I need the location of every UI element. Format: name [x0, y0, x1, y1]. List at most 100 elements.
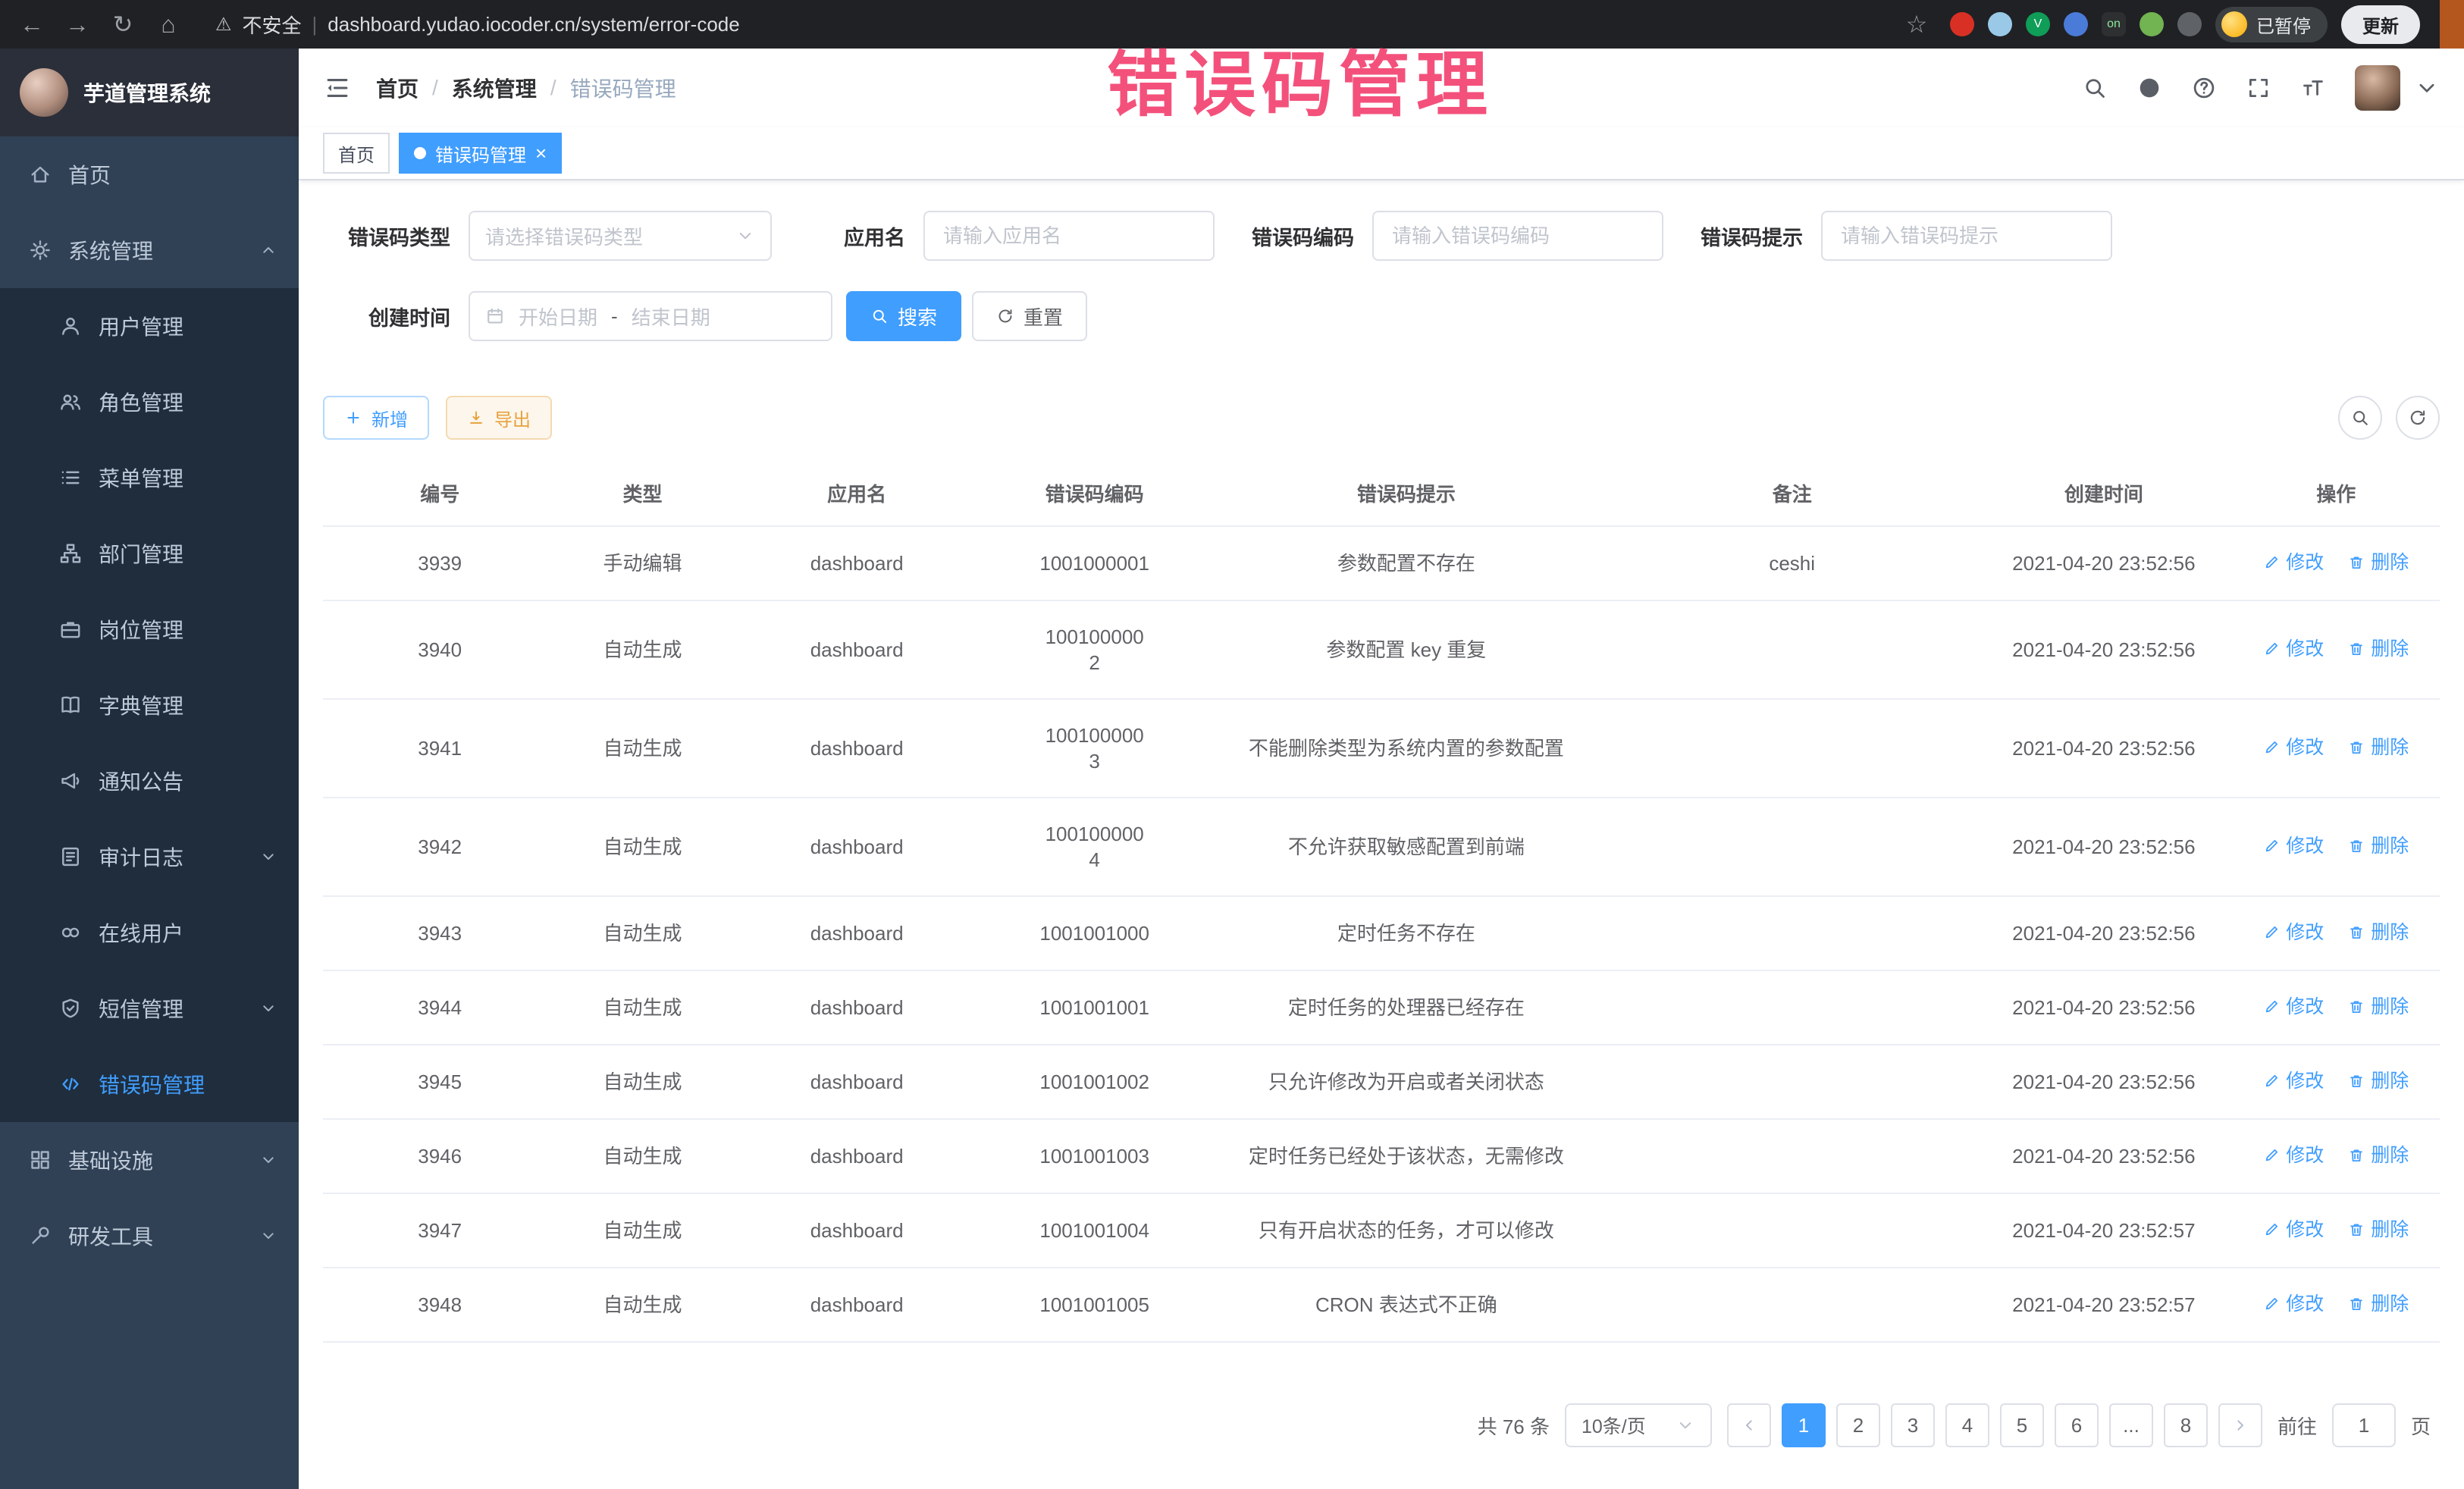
row-edit-button[interactable]: 修改 [2263, 1217, 2324, 1243]
goto-suffix: 页 [2411, 1412, 2431, 1440]
row-edit-button[interactable]: 修改 [2263, 735, 2324, 760]
back-button[interactable]: ← [12, 5, 52, 44]
row-edit-button[interactable]: 修改 [2263, 550, 2324, 575]
edit-icon [2263, 1147, 2280, 1164]
extension-drop-icon[interactable] [1988, 12, 2012, 36]
error-code-input[interactable] [1372, 211, 1663, 261]
row-delete-button[interactable]: 删除 [2348, 550, 2409, 575]
row-delete-button[interactable]: 删除 [2348, 833, 2409, 859]
row-delete-button[interactable]: 删除 [2348, 1217, 2409, 1243]
row-delete-button[interactable]: 删除 [2348, 636, 2409, 662]
cell-type: 自动生成 [556, 1268, 728, 1342]
date-range-picker[interactable]: 开始日期 - 结束日期 [469, 291, 832, 341]
row-delete-button[interactable]: 删除 [2348, 1068, 2409, 1094]
page-button-1[interactable]: 1 [1782, 1403, 1826, 1447]
export-button[interactable]: 导出 [446, 396, 552, 440]
page-button-2[interactable]: 2 [1836, 1403, 1880, 1447]
extension-v-icon[interactable]: V [2026, 12, 2050, 36]
prev-page-button[interactable] [1727, 1403, 1771, 1447]
tab-error-code-management[interactable]: 错误码管理× [399, 133, 562, 174]
cell-time: 2021-04-20 23:52:56 [1975, 798, 2232, 896]
toggle-search-button[interactable] [2338, 396, 2382, 440]
filter-row-2: 创建时间 开始日期 - 结束日期 搜索 重置 [323, 291, 2440, 341]
update-button[interactable]: 更新 [2341, 5, 2420, 44]
row-delete-button[interactable]: 删除 [2348, 994, 2409, 1020]
search-button[interactable]: 搜索 [846, 291, 961, 341]
sidebar-item-role-management[interactable]: 角色管理 [0, 364, 299, 440]
toolbar-right [2338, 396, 2440, 440]
sidebar-item-notice-announcement[interactable]: 通知公告 [0, 743, 299, 819]
forward-button[interactable]: → [58, 5, 97, 44]
cell-hint: 参数配置不存在 [1204, 526, 1610, 600]
row-delete-button[interactable]: 删除 [2348, 1143, 2409, 1168]
app-name-input[interactable] [923, 211, 1215, 261]
row-edit-button[interactable]: 修改 [2263, 994, 2324, 1020]
sidebar-item-post-management[interactable]: 岗位管理 [0, 591, 299, 667]
reset-button[interactable]: 重置 [972, 291, 1087, 341]
home-button[interactable]: ⌂ [149, 5, 188, 44]
breadcrumb-item[interactable]: 系统管理 [452, 73, 537, 103]
download-icon [467, 409, 485, 427]
sidebar-item-system-management[interactable]: 系统管理 [0, 212, 299, 288]
record-indicator-icon[interactable] [1950, 12, 1974, 36]
chevron-down-icon[interactable] [2414, 75, 2440, 101]
row-edit-button[interactable]: 修改 [2263, 920, 2324, 945]
search-button-label: 搜索 [898, 303, 937, 331]
extension-green-icon[interactable] [2140, 12, 2164, 36]
page-button-8[interactable]: 8 [2164, 1403, 2208, 1447]
page-button-5[interactable]: 5 [2000, 1403, 2044, 1447]
sidebar-item-dept-management[interactable]: 部门管理 [0, 516, 299, 591]
sidebar-item-user-management[interactable]: 用户管理 [0, 288, 299, 364]
more-pages-button[interactable]: ... [2109, 1403, 2153, 1447]
search-icon[interactable] [2082, 75, 2108, 101]
sidebar-item-dev-tools[interactable]: 研发工具 [0, 1198, 299, 1274]
fullscreen-icon[interactable] [2246, 75, 2271, 101]
app-logo[interactable]: 芋道管理系统 [0, 49, 299, 136]
hamburger-icon[interactable] [323, 74, 352, 102]
sidebar-item-home[interactable]: 首页 [0, 136, 299, 212]
row-edit-button[interactable]: 修改 [2263, 1068, 2324, 1094]
sidebar-item-online-users[interactable]: 在线用户 [0, 895, 299, 970]
page-button-3[interactable]: 3 [1891, 1403, 1935, 1447]
row-delete-button[interactable]: 删除 [2348, 1291, 2409, 1317]
tab-close-icon[interactable]: × [535, 143, 547, 163]
warning-icon: ⚠ [215, 14, 232, 36]
row-edit-button[interactable]: 修改 [2263, 833, 2324, 859]
breadcrumb-item[interactable]: 首页 [376, 73, 419, 103]
row-edit-button[interactable]: 修改 [2263, 1143, 2324, 1168]
help-icon[interactable] [2191, 75, 2217, 101]
goto-page-input[interactable] [2332, 1403, 2396, 1447]
refresh-table-button[interactable] [2396, 396, 2440, 440]
user-avatar[interactable] [2355, 65, 2400, 111]
row-edit-button[interactable]: 修改 [2263, 636, 2324, 662]
page-button-6[interactable]: 6 [2055, 1403, 2099, 1447]
sidebar-item-error-code-management[interactable]: 错误码管理 [0, 1046, 299, 1122]
sidebar-item-menu-management[interactable]: 菜单管理 [0, 440, 299, 516]
extension-grid-icon[interactable] [2064, 12, 2088, 36]
extension-pin-icon[interactable] [2177, 12, 2202, 36]
page-size-select[interactable]: 10条/页 [1565, 1403, 1712, 1447]
page-button-4[interactable]: 4 [1945, 1403, 1989, 1447]
extension-on-icon[interactable]: on [2102, 12, 2126, 36]
sidebar-item-sms-management[interactable]: 短信管理 [0, 970, 299, 1046]
profile-chip[interactable]: 已暂停 [2215, 7, 2328, 42]
tab-home[interactable]: 首页 [323, 133, 390, 174]
cell-app: dashboard [729, 970, 986, 1045]
font-size-icon[interactable] [2300, 75, 2326, 101]
next-page-button[interactable] [2218, 1403, 2262, 1447]
sidebar-item-audit-log[interactable]: 审计日志 [0, 819, 299, 895]
row-delete-button[interactable]: 删除 [2348, 735, 2409, 760]
github-icon[interactable] [2136, 75, 2162, 101]
bookmark-star-icon[interactable]: ☆ [1897, 5, 1936, 44]
sidebar-item-infrastructure[interactable]: 基础设施 [0, 1122, 299, 1198]
reload-button[interactable]: ↻ [103, 5, 143, 44]
chevron-down-icon [259, 1227, 277, 1245]
add-button[interactable]: 新增 [323, 396, 429, 440]
error-hint-input[interactable] [1821, 211, 2112, 261]
row-delete-button[interactable]: 删除 [2348, 920, 2409, 945]
main-area: 首页/系统管理/错误码管理 首页错误码管理× 错误码类型 请选择错误码类型 [299, 49, 2464, 1489]
sidebar-item-dict-management[interactable]: 字典管理 [0, 667, 299, 743]
error-type-select[interactable]: 请选择错误码类型 [469, 211, 772, 261]
row-edit-button[interactable]: 修改 [2263, 1291, 2324, 1317]
address-bar[interactable]: ⚠ 不安全 | dashboard.yudao.iocoder.cn/syste… [215, 11, 740, 39]
